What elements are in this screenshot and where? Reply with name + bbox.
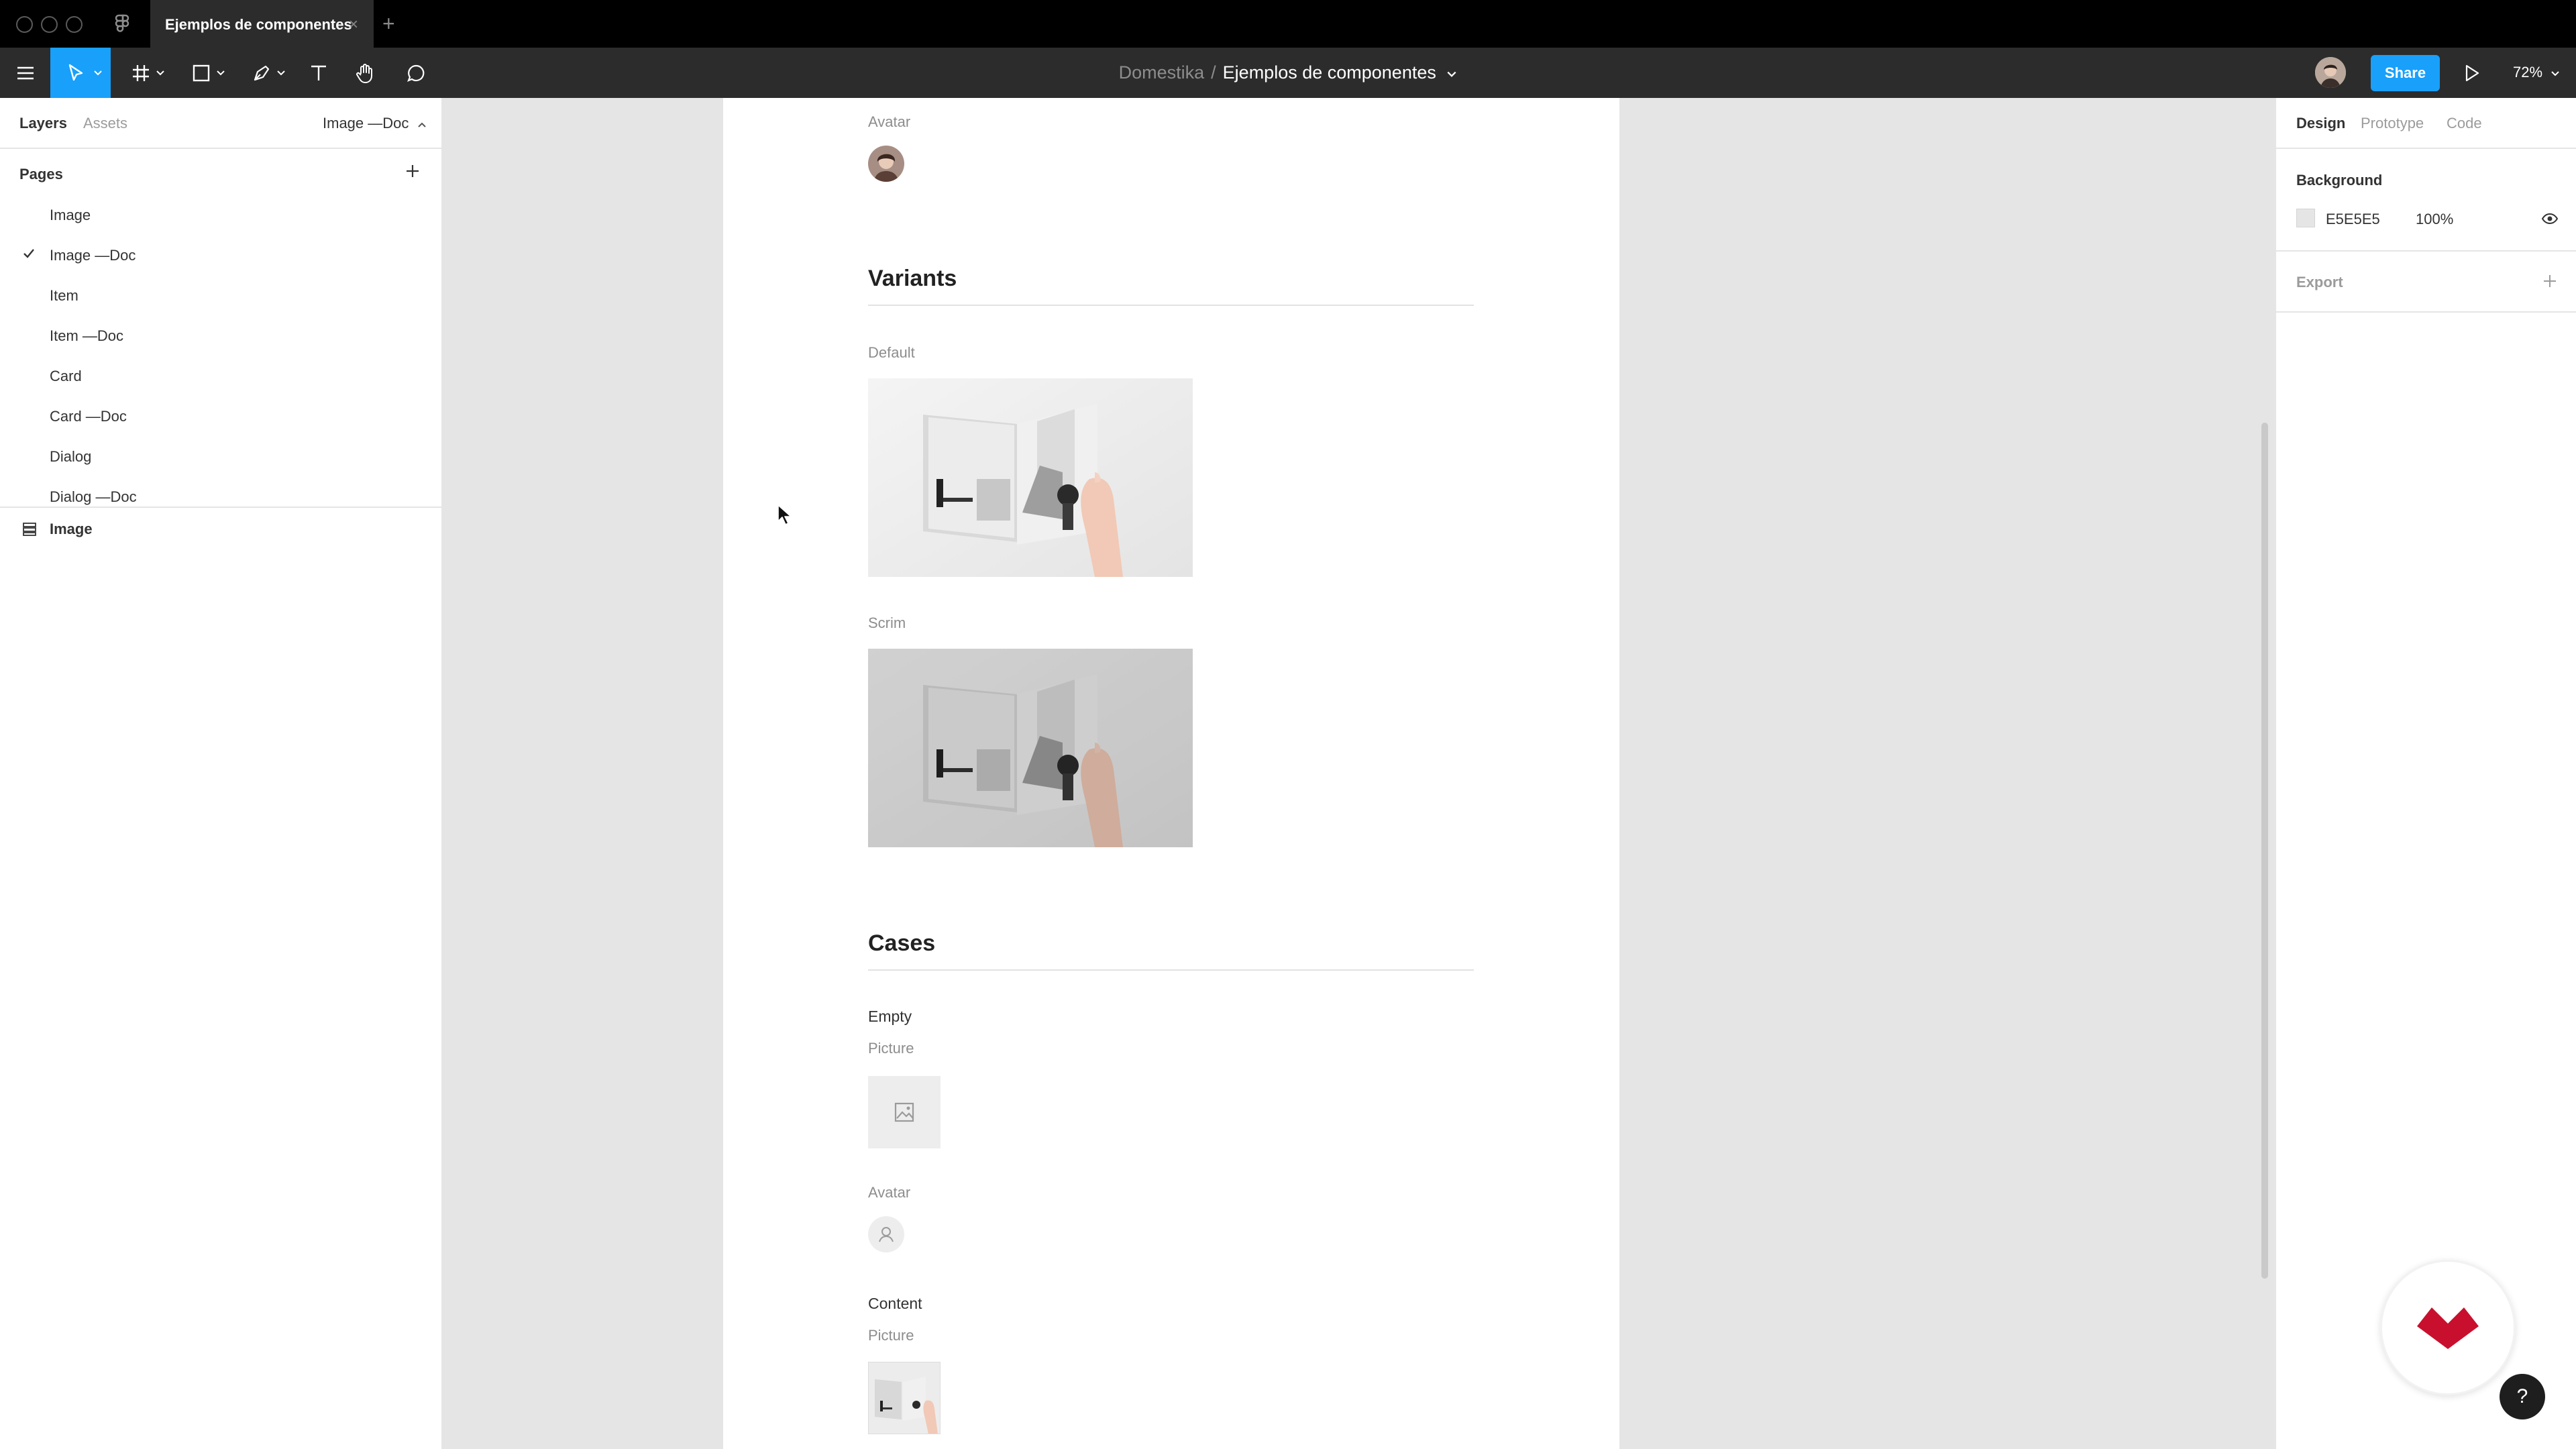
component-layers-icon	[23, 523, 36, 536]
divider	[0, 148, 443, 149]
page-item-label: Item	[50, 287, 78, 304]
current-page-label: Image —Doc	[323, 115, 409, 131]
breadcrumb-separator: /	[1211, 62, 1216, 83]
empty-label: Empty	[868, 1008, 912, 1025]
divider	[2276, 148, 2576, 149]
section-divider	[868, 305, 1474, 306]
avatar-photo-image	[868, 146, 904, 182]
cases-heading: Cases	[868, 930, 936, 956]
empty-picture-placeholder[interactable]	[868, 1076, 941, 1148]
magazine-thumbnail-image	[868, 1362, 941, 1434]
image-placeholder-icon	[894, 1102, 914, 1122]
new-tab-icon[interactable]: +	[382, 11, 395, 36]
content-label: Content	[868, 1295, 922, 1312]
chevron-up-icon	[417, 122, 426, 127]
page-item-card[interactable]: Card	[0, 356, 443, 396]
divider	[2276, 311, 2576, 313]
divider	[2276, 250, 2576, 252]
export-section-title: Export	[2296, 274, 2343, 290]
title-bar: Ejemplos de componentes × +	[0, 0, 2576, 48]
image-default-variant[interactable]	[868, 378, 1193, 577]
avatar-photo[interactable]	[868, 146, 904, 182]
tab-design[interactable]: Design	[2296, 115, 2345, 132]
page-item-item[interactable]: Item	[0, 275, 443, 315]
checkmark-icon	[23, 249, 34, 258]
page-item-dialog[interactable]: Dialog	[0, 436, 443, 476]
chevron-down-icon[interactable]	[1446, 70, 1457, 78]
layer-row-image[interactable]: Image	[0, 508, 443, 550]
domestika-logo-badge[interactable]	[2380, 1260, 2516, 1395]
page-item-label: Dialog —Doc	[50, 488, 137, 505]
page-item-label: Card —Doc	[50, 408, 127, 425]
page-item-image-doc[interactable]: Image —Doc	[0, 235, 443, 275]
tab-layers[interactable]: Layers	[19, 115, 67, 132]
zoom-level: 72%	[2513, 64, 2543, 80]
domestika-logo-icon	[2417, 1307, 2479, 1349]
window-minimize-dot[interactable]	[41, 16, 58, 33]
user-placeholder-icon	[879, 1227, 894, 1242]
tab-prototype[interactable]: Prototype	[2361, 115, 2424, 132]
user-avatar[interactable]	[2315, 57, 2346, 88]
variants-heading: Variants	[868, 266, 957, 291]
right-sidebar: Design Prototype Code Background E5E5E5 …	[2275, 98, 2576, 1449]
canvas[interactable]: Avatar Variants Default Scrim Cases Empt…	[443, 98, 2275, 1449]
page-item-dialog-doc[interactable]: Dialog —Doc	[0, 476, 443, 506]
doc-frame[interactable]: Avatar Variants Default Scrim Cases Empt…	[723, 98, 1619, 1449]
window-zoom-dot[interactable]	[66, 16, 83, 33]
user-avatar-image	[2315, 57, 2346, 88]
magazine-photo-image	[868, 378, 1193, 577]
document-tab-label: Ejemplos de componentes	[165, 16, 352, 33]
window-close-dot[interactable]	[16, 16, 33, 33]
breadcrumb-file-name[interactable]: Ejemplos de componentes	[1223, 62, 1436, 83]
help-button[interactable]: ?	[2500, 1374, 2545, 1419]
page-item-label: Card	[50, 368, 82, 384]
background-hex-value[interactable]: E5E5E5	[2326, 211, 2380, 228]
page-item-card-doc[interactable]: Card —Doc	[0, 396, 443, 436]
scrim-caption: Scrim	[868, 614, 906, 631]
close-tab-icon[interactable]: ×	[349, 15, 358, 34]
canvas-scrollbar[interactable]	[2261, 423, 2268, 1279]
mouse-cursor-icon	[777, 504, 792, 525]
tab-code[interactable]: Code	[2447, 115, 2482, 132]
image-scrim-variant[interactable]	[868, 649, 1193, 847]
eye-visibility-icon[interactable]	[2541, 213, 2559, 225]
empty-avatar-caption: Avatar	[868, 1184, 911, 1201]
section-divider	[868, 969, 1474, 971]
page-item-label: Item —Doc	[50, 327, 124, 344]
empty-picture-caption: Picture	[868, 1040, 914, 1057]
toolbar: Domestika / Ejemplos de componentes Share …	[0, 48, 2576, 98]
default-caption: Default	[868, 344, 915, 361]
left-sidebar: Layers Assets Image —Doc Pages Image Ima…	[0, 98, 443, 1449]
play-present-icon[interactable]	[2463, 64, 2481, 83]
background-section-title: Background	[2296, 172, 2383, 189]
avatar-caption: Avatar	[868, 113, 911, 130]
page-item-image[interactable]: Image	[0, 195, 443, 235]
document-tab[interactable]: Ejemplos de componentes ×	[150, 0, 374, 48]
current-page-dropdown[interactable]: Image —Doc	[323, 115, 427, 132]
content-picture-caption: Picture	[868, 1327, 914, 1344]
tab-assets[interactable]: Assets	[83, 115, 127, 132]
content-picture-thumbnail[interactable]	[868, 1362, 941, 1434]
breadcrumb: Domestika / Ejemplos de componentes	[0, 62, 2576, 83]
page-item-label: Dialog	[50, 448, 92, 465]
add-page-icon[interactable]	[405, 164, 420, 178]
figma-logo-icon[interactable]	[113, 13, 131, 35]
pages-section-title: Pages	[19, 166, 63, 182]
page-item-label: Image —Doc	[50, 247, 136, 264]
breadcrumb-project[interactable]: Domestika	[1119, 62, 1205, 83]
page-item-item-doc[interactable]: Item —Doc	[0, 315, 443, 356]
layer-label: Image	[50, 521, 93, 537]
background-color-swatch[interactable]	[2296, 209, 2315, 227]
share-button[interactable]: Share	[2371, 55, 2440, 91]
divider	[0, 506, 443, 508]
add-export-icon[interactable]	[2542, 274, 2557, 288]
background-opacity-value[interactable]: 100%	[2416, 211, 2453, 228]
page-item-label: Image	[50, 207, 91, 223]
chevron-down-icon	[2551, 71, 2559, 76]
zoom-dropdown[interactable]: 72%	[2513, 64, 2560, 81]
magazine-photo-scrim-image	[868, 649, 1193, 847]
empty-avatar-placeholder[interactable]	[868, 1216, 904, 1252]
